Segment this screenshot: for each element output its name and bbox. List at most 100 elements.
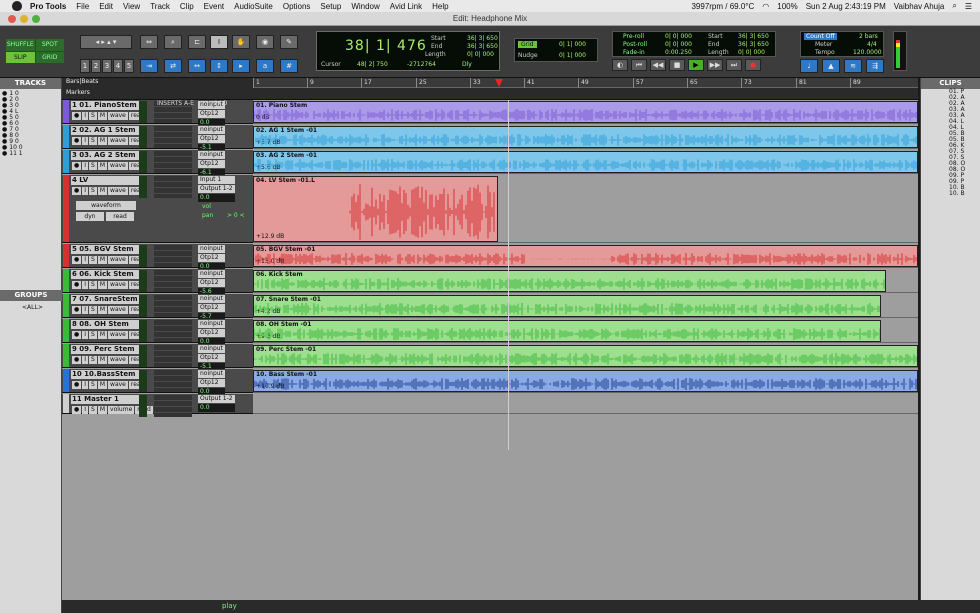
roll-length-value[interactable]: 0| 0| 000 bbox=[738, 49, 765, 56]
volume-value[interactable]: 0.0 bbox=[198, 194, 235, 202]
wifi-icon[interactable]: ◠ bbox=[762, 2, 769, 11]
audio-clip[interactable]: 08. OH Stem -01+9.3 dB bbox=[253, 320, 881, 342]
track-name[interactable]: 6 06. Kick Stem bbox=[71, 270, 141, 279]
track-lane[interactable] bbox=[253, 394, 918, 414]
track-name[interactable]: 7 07. SnareStem bbox=[71, 295, 141, 304]
menu-audiosuite[interactable]: AudioSuite bbox=[234, 2, 273, 11]
solo-icon[interactable]: S bbox=[89, 406, 97, 414]
input-monitor-icon[interactable]: I bbox=[82, 281, 89, 289]
record-enable-icon[interactable]: ● bbox=[72, 162, 82, 170]
mute-icon[interactable]: M bbox=[97, 331, 108, 339]
countoff-value[interactable]: 2 bars bbox=[859, 33, 878, 40]
output-selector[interactable]: Otp12 bbox=[198, 354, 225, 362]
output-selector[interactable]: Otp12 bbox=[198, 110, 225, 118]
trim-tool-icon[interactable]: ⊏ bbox=[188, 35, 206, 49]
track-header[interactable]: 7 07. SnareStem ● I S Mwave read noinput Otp12-… bbox=[62, 294, 253, 321]
track-header[interactable]: 8 08. OH Stem ● I S Mwave read noinput Otp12 0.0 bbox=[62, 319, 253, 346]
volume-value[interactable]: 0.0 bbox=[198, 404, 235, 412]
track-name[interactable]: 3 03. AG 2 Stem bbox=[71, 151, 141, 160]
output-selector[interactable]: Otp12 bbox=[198, 254, 225, 262]
solo-icon[interactable]: S bbox=[89, 256, 97, 264]
solo-icon[interactable]: S bbox=[89, 281, 97, 289]
track-lane[interactable]: 10. Bass Stem -01 +10.9 dB bbox=[253, 369, 918, 393]
audio-clip[interactable]: 05. BGV Stem -01+13.0 dB bbox=[253, 245, 918, 267]
audio-clip[interactable]: 09. Perc Stem -01 bbox=[253, 345, 918, 367]
zoom-preset-1[interactable]: 1 bbox=[80, 59, 90, 73]
track-lane[interactable]: 04. LV Stem -01.L +12.9 dB bbox=[253, 175, 918, 243]
lv-view-selector[interactable]: waveform bbox=[76, 201, 136, 210]
midi-merge-icon[interactable]: ⇶ bbox=[866, 59, 884, 73]
insertion-follows-icon[interactable]: ▸ bbox=[232, 59, 250, 73]
mute-icon[interactable]: M bbox=[97, 162, 108, 170]
nudge-value[interactable]: 0| 1| 000 bbox=[559, 52, 586, 59]
clip-list-item[interactable]: 10. B bbox=[921, 191, 980, 197]
solo-icon[interactable]: S bbox=[89, 112, 97, 120]
groups-panel-title[interactable]: GROUPS bbox=[0, 290, 62, 301]
tempo-value[interactable]: 120.0000 bbox=[853, 49, 882, 56]
spot-mode[interactable]: SPOT bbox=[35, 39, 64, 51]
track-lane[interactable]: 03. AG 2 Stem -01+5.6 dB bbox=[253, 150, 918, 174]
return-to-zero-icon[interactable]: ⏮ bbox=[631, 59, 647, 71]
solo-icon[interactable]: S bbox=[89, 356, 97, 364]
roll-end-value[interactable]: 36| 3| 650 bbox=[738, 41, 769, 48]
output-selector[interactable]: Otp12 bbox=[198, 160, 225, 168]
menu-protools[interactable]: Pro Tools bbox=[30, 2, 66, 11]
view-selector[interactable]: wave bbox=[108, 256, 128, 264]
close-icon[interactable] bbox=[8, 15, 16, 23]
track-lane[interactable]: 05. BGV Stem -01+13.0 dB bbox=[253, 244, 918, 268]
insert-slots[interactable] bbox=[154, 395, 192, 417]
zoom-preset-3[interactable]: 3 bbox=[102, 59, 112, 73]
track-lane[interactable]: 02. AG 1 Stem -01+5.7 dB bbox=[253, 125, 918, 149]
search-icon[interactable]: ⌕ bbox=[952, 1, 956, 11]
record-enable-icon[interactable]: ● bbox=[72, 281, 82, 289]
track-lane[interactable]: 08. OH Stem -01+9.3 dB bbox=[253, 319, 918, 343]
input-monitor-icon[interactable]: I bbox=[82, 137, 89, 145]
end-value[interactable]: 36| 3| 650 bbox=[467, 43, 498, 50]
track-name[interactable]: 1 01. PianoStem bbox=[71, 101, 141, 110]
track-name[interactable]: 8 08. OH Stem bbox=[71, 320, 141, 329]
track-header[interactable]: 4 LV ● I S Mwave read Input 1 Output 1-2 0.0 wave… bbox=[62, 175, 253, 243]
view-selector[interactable]: wave bbox=[108, 331, 128, 339]
track-header[interactable]: 2 02. AG 1 Stem ● I S Mwave read noinput Otp12-… bbox=[62, 125, 253, 152]
view-selector[interactable]: wave bbox=[108, 281, 128, 289]
lv-dyn[interactable]: dyn bbox=[76, 212, 104, 221]
view-selector[interactable]: wave bbox=[108, 381, 128, 389]
track-lane[interactable]: 01. Piano Stem 0 dB bbox=[253, 100, 918, 124]
timeline-ruler[interactable]: Bars|Beats Markers 1 9 17 25 33 41 49 57… bbox=[62, 78, 918, 100]
mute-icon[interactable]: M bbox=[97, 187, 108, 195]
mute-icon[interactable]: M bbox=[97, 356, 108, 364]
track-name[interactable]: 9 09. Perc Stem bbox=[71, 345, 141, 354]
preroll-label[interactable]: Pre-roll bbox=[623, 33, 644, 40]
solo-icon[interactable]: S bbox=[89, 306, 97, 314]
postroll-value[interactable]: 0| 0| 000 bbox=[665, 41, 692, 48]
solo-icon[interactable]: S bbox=[89, 162, 97, 170]
input-selector[interactable]: noinput bbox=[198, 270, 225, 278]
user-name[interactable]: Vaibhav Ahuja bbox=[894, 2, 945, 11]
mute-icon[interactable]: M bbox=[97, 281, 108, 289]
clock[interactable]: Sun 2 Aug 2:43:19 PM bbox=[806, 2, 886, 11]
record-icon[interactable]: ● bbox=[745, 59, 761, 71]
audio-clip[interactable]: 07. Snare Stem -01+4.2 dB bbox=[253, 295, 881, 317]
output-selector[interactable]: Otp12 bbox=[198, 379, 225, 387]
zoom-controls[interactable]: ◂ ▸ ▴ ▾ bbox=[80, 35, 132, 49]
metronome-icon[interactable]: ♩ bbox=[800, 59, 818, 73]
track-visible-icon[interactable]: ● bbox=[2, 151, 7, 157]
length-value[interactable]: 0| 0| 000 bbox=[467, 51, 494, 58]
track-name[interactable]: 2 02. AG 1 Stem bbox=[71, 126, 141, 135]
menu-setup[interactable]: Setup bbox=[320, 2, 341, 11]
mute-icon[interactable]: M bbox=[97, 406, 108, 414]
link-timeline-icon[interactable]: ⇄ bbox=[164, 59, 182, 73]
shuffle-mode[interactable]: SHUFFLE bbox=[6, 39, 35, 51]
rewind-icon[interactable]: ◀◀ bbox=[650, 59, 666, 71]
menu-list-icon[interactable]: ☰ bbox=[965, 2, 972, 11]
menu-avidlink[interactable]: Avid Link bbox=[390, 2, 422, 11]
menu-help[interactable]: Help bbox=[432, 2, 448, 11]
output-selector[interactable]: Output 1-2 bbox=[198, 185, 235, 193]
slip-mode[interactable]: SLIP bbox=[6, 51, 35, 63]
input-selector[interactable]: noinput bbox=[198, 295, 225, 303]
menu-event[interactable]: Event bbox=[204, 2, 224, 11]
input-monitor-icon[interactable]: I bbox=[82, 356, 89, 364]
input-selector[interactable]: noinput bbox=[198, 126, 225, 134]
record-enable-icon[interactable]: ● bbox=[72, 356, 82, 364]
menu-clip[interactable]: Clip bbox=[180, 2, 194, 11]
